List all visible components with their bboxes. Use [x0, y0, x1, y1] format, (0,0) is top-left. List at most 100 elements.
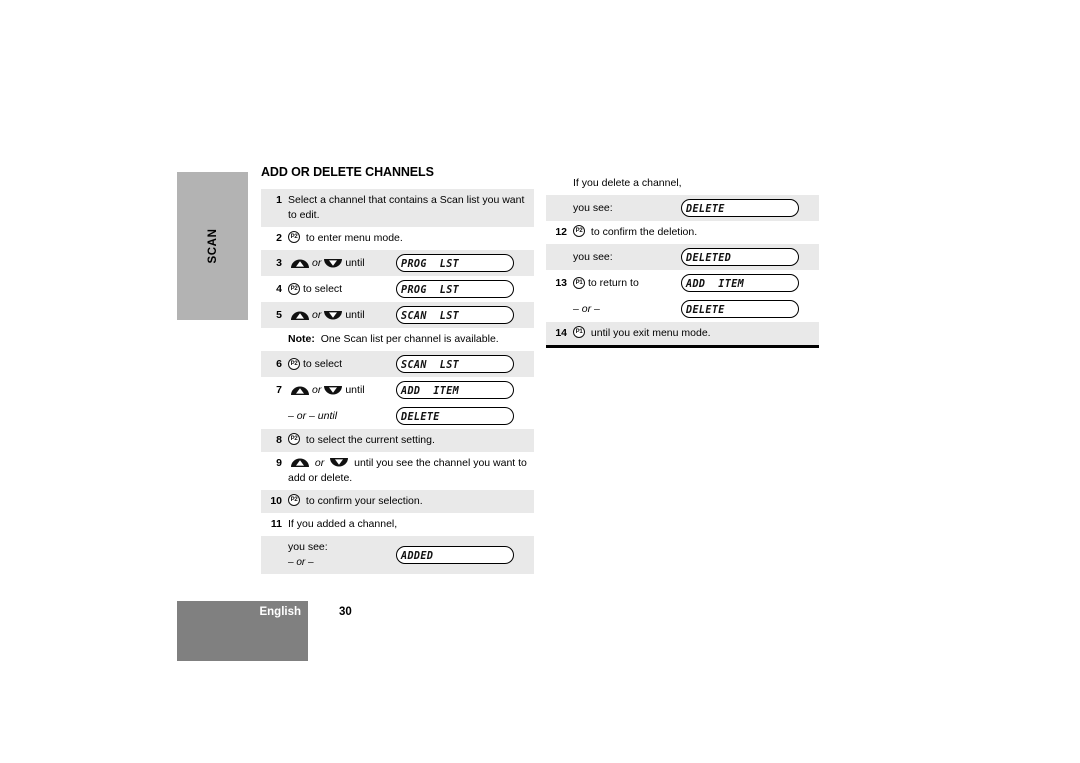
step-number: 8	[276, 434, 282, 446]
step-body: – or – until DELETE	[288, 407, 534, 425]
step-number: 6	[276, 357, 282, 370]
step-row-1: 1 Select a channel that contains a Scan l…	[261, 189, 534, 227]
chapter-tab-label: SCAN	[206, 228, 219, 264]
step-text: to select	[303, 357, 343, 370]
lcd-display: DELETED	[681, 248, 799, 266]
step-row-8: 8 P2 to select the current setting.	[261, 429, 534, 452]
or-word: or	[312, 256, 322, 269]
lcd-text: ADDED	[401, 548, 434, 562]
step-body: – or – DELETE	[573, 300, 819, 318]
step-row-3: 3 or until PROG LST	[261, 250, 534, 276]
up-button-icon[interactable]	[290, 258, 310, 269]
lcd-display: SCAN LST	[396, 355, 514, 373]
lcd-display: DELETE	[681, 199, 799, 217]
lcd-display: ADD ITEM	[396, 381, 514, 399]
up-button-icon[interactable]	[290, 385, 310, 396]
step-row-4: 4 P2 to select PROG LST	[261, 276, 534, 302]
lcd-text: PROG LST	[401, 256, 460, 270]
step-row-6: 6 P2 to select SCAN LST	[261, 351, 534, 377]
lcd-text: DELETE	[686, 302, 725, 316]
lcd-text: SCAN LST	[401, 308, 460, 322]
p1-button-icon[interactable]: P1	[573, 277, 585, 289]
step-body: Select a channel that contains a Scan li…	[288, 193, 534, 223]
step-body: If you added a channel,	[288, 517, 534, 532]
step-number: 9	[276, 457, 282, 469]
step-lead: you see:	[573, 250, 681, 265]
you-see-label: you see:	[573, 250, 613, 263]
p2-button-icon[interactable]: P2	[288, 231, 300, 243]
step-text: to return to	[588, 276, 639, 289]
step-body: P2 to select SCAN LST	[288, 355, 534, 373]
sub-row: you see: – or – ADDED	[261, 536, 534, 574]
step-number: 10	[270, 495, 282, 507]
step-lead: or until	[288, 383, 396, 398]
step-text: until	[345, 383, 365, 396]
step-body: you see: DELETED	[573, 248, 819, 266]
up-button-icon[interactable]	[290, 457, 310, 468]
lcd-text: DELETE	[401, 409, 440, 423]
step-row-13: 13 P1 to return to ADD ITEM	[546, 270, 819, 296]
p2-button-icon[interactable]: P2	[288, 283, 300, 295]
or-word: or	[314, 457, 325, 469]
right-step-list: If you delete a channel, you see: DELETE 12…	[546, 172, 819, 345]
or-separator: – or –	[573, 302, 600, 315]
sub-row: Note: One Scan list per channel is avail…	[261, 328, 534, 351]
lcd-text: ADD ITEM	[401, 383, 460, 397]
step-lead: or until	[288, 308, 396, 323]
step-number: 14	[555, 327, 567, 339]
step-text: to confirm the deletion.	[590, 226, 698, 238]
p1-button-icon[interactable]: P1	[573, 326, 585, 338]
note-text: Note: One Scan list per channel is avail…	[288, 332, 499, 347]
step-body: or until PROG LST	[288, 254, 534, 272]
step-text: If you delete a channel,	[573, 177, 682, 189]
up-button-icon[interactable]	[290, 310, 310, 321]
or-separator: – or – until	[288, 409, 338, 422]
p2-button-icon[interactable]: P2	[288, 358, 300, 370]
step-lead: you see: – or –	[288, 540, 396, 570]
step-row-14: 14 P1 until you exit menu mode.	[546, 322, 819, 345]
or-word: or	[312, 308, 322, 321]
down-button-icon[interactable]	[323, 310, 343, 321]
step-lead: – or –	[573, 302, 681, 317]
step-text: to enter menu mode.	[305, 232, 403, 244]
down-button-icon[interactable]	[323, 385, 343, 396]
step-number: 4	[276, 282, 282, 295]
step-row-11: 11 If you added a channel,	[261, 513, 534, 536]
or-separator: – or –	[288, 557, 314, 568]
step-row-9: 9 or until you see the channel you want …	[261, 452, 534, 490]
step-body: or until you see the channel you want to…	[288, 456, 534, 486]
p2-button-icon[interactable]: P2	[288, 494, 300, 506]
step-number: 11	[270, 518, 282, 530]
sub-row: – or – until DELETE	[261, 403, 534, 429]
lcd-text: DELETE	[686, 201, 725, 215]
step-body: you see: – or – ADDED	[288, 540, 534, 570]
section-end-rule	[546, 345, 819, 348]
or-word: or	[312, 383, 322, 396]
lcd-display: PROG LST	[396, 280, 514, 298]
step-body: P2 to select PROG LST	[288, 280, 534, 298]
step-lead: P1 to return to	[573, 276, 681, 291]
you-see-label: you see:	[573, 201, 613, 214]
note-body: One Scan list per channel is available.	[320, 333, 499, 345]
p2-button-icon[interactable]: P2	[288, 433, 300, 445]
left-step-list: 1 Select a channel that contains a Scan l…	[261, 189, 534, 574]
lcd-display: PROG LST	[396, 254, 514, 272]
p2-button-icon[interactable]: P2	[573, 225, 585, 237]
step-body: P2 to enter menu mode.	[288, 231, 534, 246]
page-title: ADD OR DELETE CHANNELS	[261, 165, 434, 179]
step-body: If you delete a channel,	[573, 176, 819, 191]
step-body: or until SCAN LST	[288, 306, 534, 324]
down-button-icon[interactable]	[329, 457, 349, 468]
note-label: Note:	[288, 333, 315, 345]
step-text: Select a channel that contains a Scan li…	[288, 194, 525, 221]
down-button-icon[interactable]	[323, 258, 343, 269]
footer-page-number: 30	[339, 606, 352, 618]
step-body: Note: One Scan list per channel is avail…	[288, 332, 534, 347]
step-lead: – or – until	[288, 409, 396, 424]
step-row-12: 12 P2 to confirm the deletion.	[546, 221, 819, 244]
step-text: to select	[303, 282, 343, 295]
sub-row: If you delete a channel,	[546, 172, 819, 195]
step-number: 1	[276, 194, 282, 206]
step-body: P2 to select the current setting.	[288, 433, 534, 448]
lcd-display: SCAN LST	[396, 306, 514, 324]
